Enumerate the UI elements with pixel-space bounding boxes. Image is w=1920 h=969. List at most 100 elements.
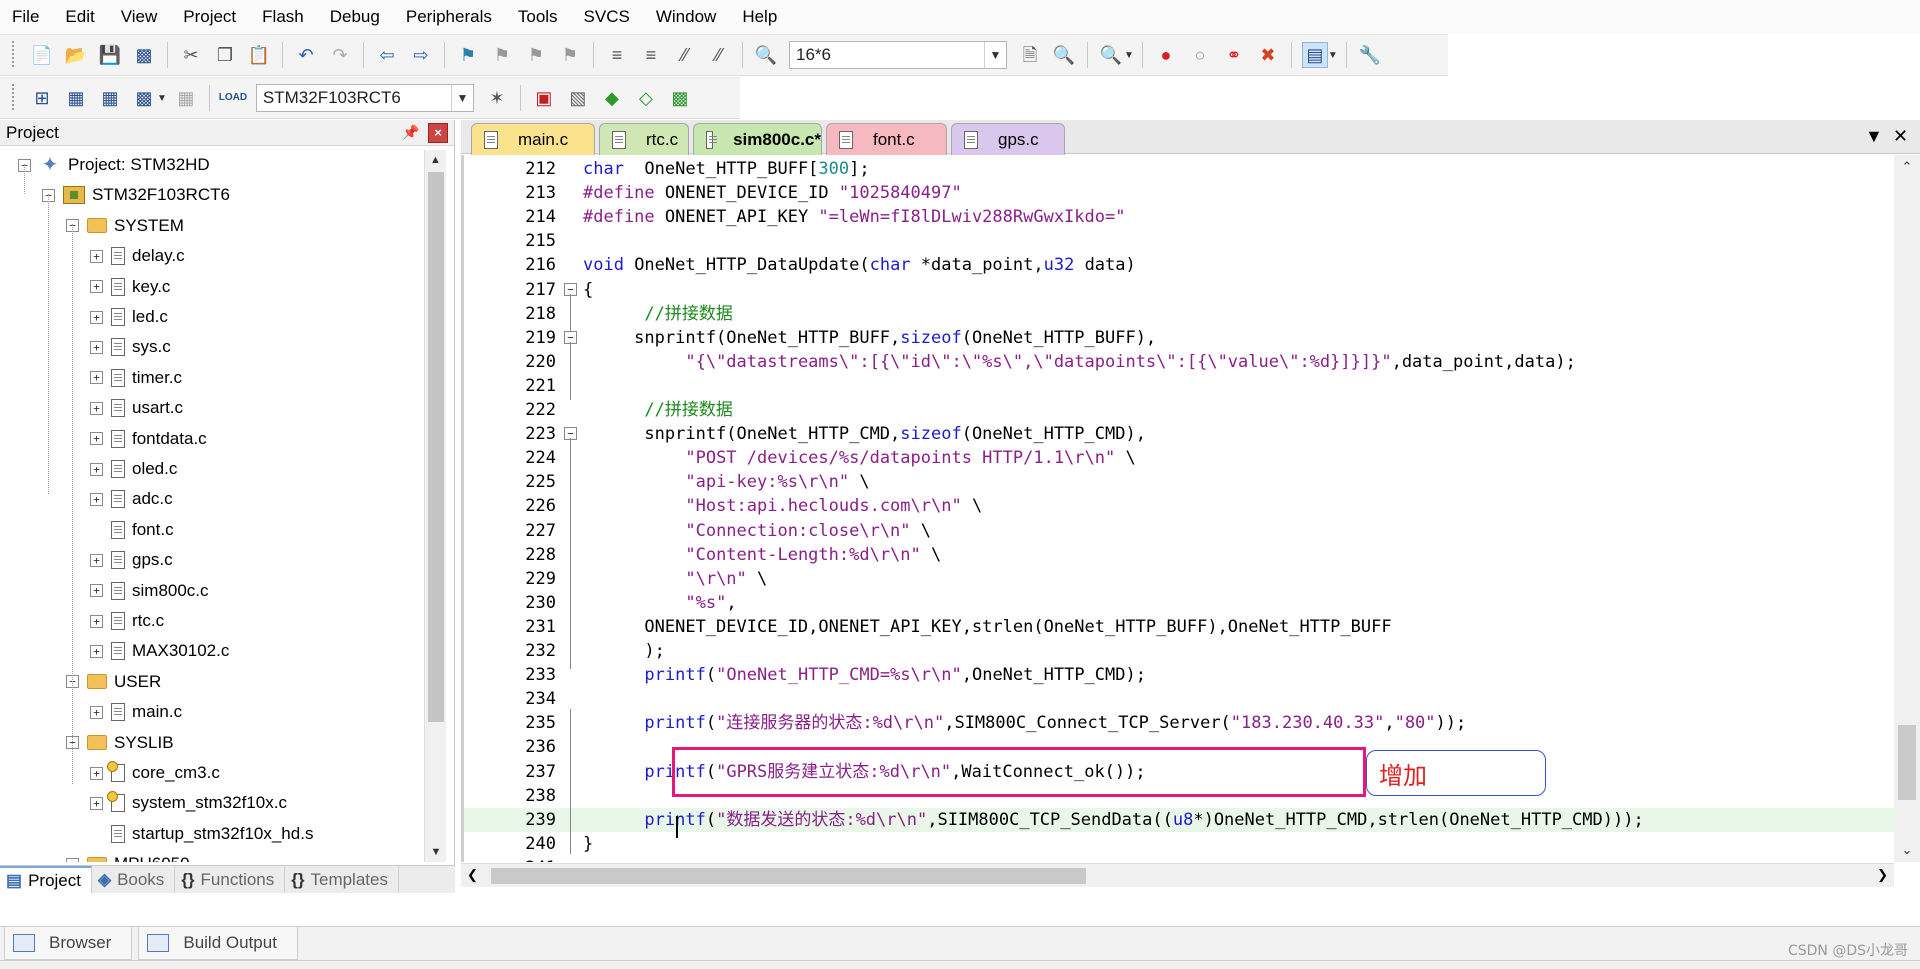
tree-item[interactable]: − MPU6050 [66, 849, 190, 862]
redo-icon[interactable]: ↷ [327, 42, 353, 68]
tree-expander-icon[interactable]: + [90, 766, 103, 780]
bottom-tab-build-output[interactable]: Build Output [138, 927, 298, 960]
toolbar-grip[interactable] [12, 84, 17, 112]
scroll-up-arrow-icon[interactable]: ⌃ [1894, 155, 1920, 179]
batch-build-icon[interactable]: ▩ [131, 85, 157, 111]
menu-svcs[interactable]: SVCS [584, 7, 630, 27]
menu-help[interactable]: Help [742, 7, 777, 27]
tree-item[interactable]: + main.c [90, 697, 182, 727]
tree-item[interactable]: + sys.c [90, 332, 171, 362]
chevron-down-icon[interactable]: ▼ [1124, 50, 1134, 61]
editor-vertical-scrollbar[interactable]: ⌃ ⌄ [1894, 155, 1920, 862]
tab-project[interactable]: ▤ Project [0, 866, 92, 893]
bottom-tab-browser[interactable]: Browser [4, 927, 133, 960]
tree-expander-icon[interactable]: + [90, 796, 103, 810]
menu-debug[interactable]: Debug [330, 7, 380, 27]
editor-tab-sim800c-c-[interactable]: sim800c.c* [693, 123, 822, 156]
breakpoint-kill-all-icon[interactable]: ✖ [1255, 42, 1281, 68]
bookmark-clear-icon[interactable]: ⚑ [557, 42, 583, 68]
breakpoint-insert-icon[interactable]: ● [1153, 42, 1179, 68]
scroll-thumb[interactable] [491, 868, 1086, 884]
tree-item[interactable]: − USER [66, 667, 161, 697]
tree-expander-icon[interactable]: + [90, 553, 103, 567]
manage-run-time-icon[interactable]: ◇ [633, 85, 659, 111]
tree-item[interactable]: startup_stm32f10x_hd.s [90, 819, 313, 849]
configure-tools-icon[interactable]: 🔧 [1357, 42, 1383, 68]
download-load-icon[interactable]: LOAD [219, 85, 247, 111]
close-tab-icon[interactable]: ✕ [1893, 126, 1908, 147]
save-all-icon[interactable]: ▩ [131, 42, 157, 68]
target-options-icon[interactable]: ✶ [484, 85, 510, 111]
scroll-down-arrow-icon[interactable]: ⌄ [1894, 838, 1920, 862]
tree-item[interactable]: + MAX30102.c [90, 636, 229, 666]
pack-installer-icon[interactable]: ▩ [667, 85, 693, 111]
tree-item[interactable]: + gps.c [90, 545, 173, 575]
tree-item[interactable]: + sim800c.c [90, 576, 209, 606]
editor-horizontal-scrollbar[interactable]: ❮ ❯ [461, 863, 1894, 887]
breakpoint-enable-icon[interactable]: ○ [1187, 42, 1213, 68]
editor-tab-main-c[interactable]: main.c [471, 123, 595, 155]
tree-item[interactable]: − ✦ Project: STM32HD [18, 150, 210, 180]
tree-item[interactable]: − SYSTEM [66, 211, 184, 241]
tree-item[interactable]: + timer.c [90, 363, 182, 393]
tree-expander-icon[interactable]: + [90, 644, 103, 658]
tree-expander-icon[interactable]: + [90, 249, 103, 263]
scroll-thumb[interactable] [428, 172, 444, 722]
toolbar-grip[interactable] [12, 41, 17, 69]
file-extensions-icon[interactable]: ▧ [565, 85, 591, 111]
save-icon[interactable]: 💾 [97, 42, 123, 68]
tree-item[interactable]: + usart.c [90, 393, 183, 423]
menu-edit[interactable]: Edit [65, 7, 94, 27]
target-select[interactable]: STM32F103RCT6 ▼ [255, 84, 474, 112]
editor-tab-rtc-c[interactable]: rtc.c [599, 123, 689, 155]
debug-session-icon[interactable]: 🔍 [1098, 42, 1124, 68]
unindent-icon[interactable]: ≡ [638, 42, 664, 68]
tree-expander-icon[interactable]: + [90, 584, 103, 598]
comment-icon[interactable]: ⁄⁄ [672, 42, 698, 68]
tree-item[interactable]: + led.c [90, 302, 168, 332]
menu-peripherals[interactable]: Peripherals [406, 7, 492, 27]
menu-project[interactable]: Project [183, 7, 236, 27]
bookmark-toggle-icon[interactable]: ⚑ [455, 42, 481, 68]
tree-expander-icon[interactable]: + [90, 340, 103, 354]
tree-expander-icon[interactable]: + [90, 280, 103, 294]
menu-tools[interactable]: Tools [518, 7, 558, 27]
pin-icon[interactable]: 📌 [400, 123, 422, 143]
menu-flash[interactable]: Flash [262, 7, 304, 27]
tree-item[interactable]: + key.c [90, 272, 170, 302]
tree-item[interactable]: + delay.c [90, 241, 185, 271]
open-folder-icon[interactable]: 📂 [63, 42, 89, 68]
scroll-thumb[interactable] [1898, 725, 1916, 800]
navigate-forward-icon[interactable]: ⇨ [408, 42, 434, 68]
tree-item[interactable]: + core_cm3.c [90, 758, 220, 788]
tree-item[interactable]: + rtc.c [90, 606, 164, 636]
tree-expander-icon[interactable]: + [90, 492, 103, 506]
menu-view[interactable]: View [121, 7, 158, 27]
chevron-down-icon[interactable]: ▼ [984, 42, 1006, 68]
tree-item[interactable]: + adc.c [90, 484, 173, 514]
tree-item[interactable]: − STM32F103RCT6 [42, 180, 230, 210]
tab-books[interactable]: ◈ Books [92, 866, 176, 893]
breakpoint-disable-all-icon[interactable]: ⚭ [1221, 42, 1247, 68]
tree-expander-icon[interactable]: + [90, 432, 103, 446]
cut-icon[interactable]: ✂ [178, 42, 204, 68]
tab-list-dropdown-icon[interactable]: ▼ [1865, 126, 1883, 147]
tree-item[interactable]: + fontdata.c [90, 424, 207, 454]
stop-build-icon[interactable]: ▦ [173, 85, 199, 111]
tree-expander-icon[interactable]: + [90, 462, 103, 476]
find-icon[interactable]: 🗎 [1017, 42, 1043, 68]
undo-icon[interactable]: ↶ [293, 42, 319, 68]
indent-icon[interactable]: ≡ [604, 42, 630, 68]
tree-expander-icon[interactable]: + [90, 401, 103, 415]
incremental-find-icon[interactable]: 🔍 [1051, 42, 1077, 68]
window-layout-icon[interactable]: ▤ [1301, 42, 1328, 68]
scroll-right-arrow-icon[interactable]: ❯ [1877, 867, 1888, 883]
editor-tab-gps-c[interactable]: gps.c [951, 123, 1065, 155]
scroll-left-arrow-icon[interactable]: ❮ [467, 867, 478, 883]
menu-window[interactable]: Window [656, 7, 716, 27]
chevron-down-icon[interactable]: ▼ [157, 93, 167, 104]
tab-functions[interactable]: {} Functions [175, 866, 286, 893]
build-icon[interactable]: ▦ [63, 85, 89, 111]
select-packs-icon[interactable]: ◆ [599, 85, 625, 111]
close-icon[interactable]: × [428, 122, 448, 143]
